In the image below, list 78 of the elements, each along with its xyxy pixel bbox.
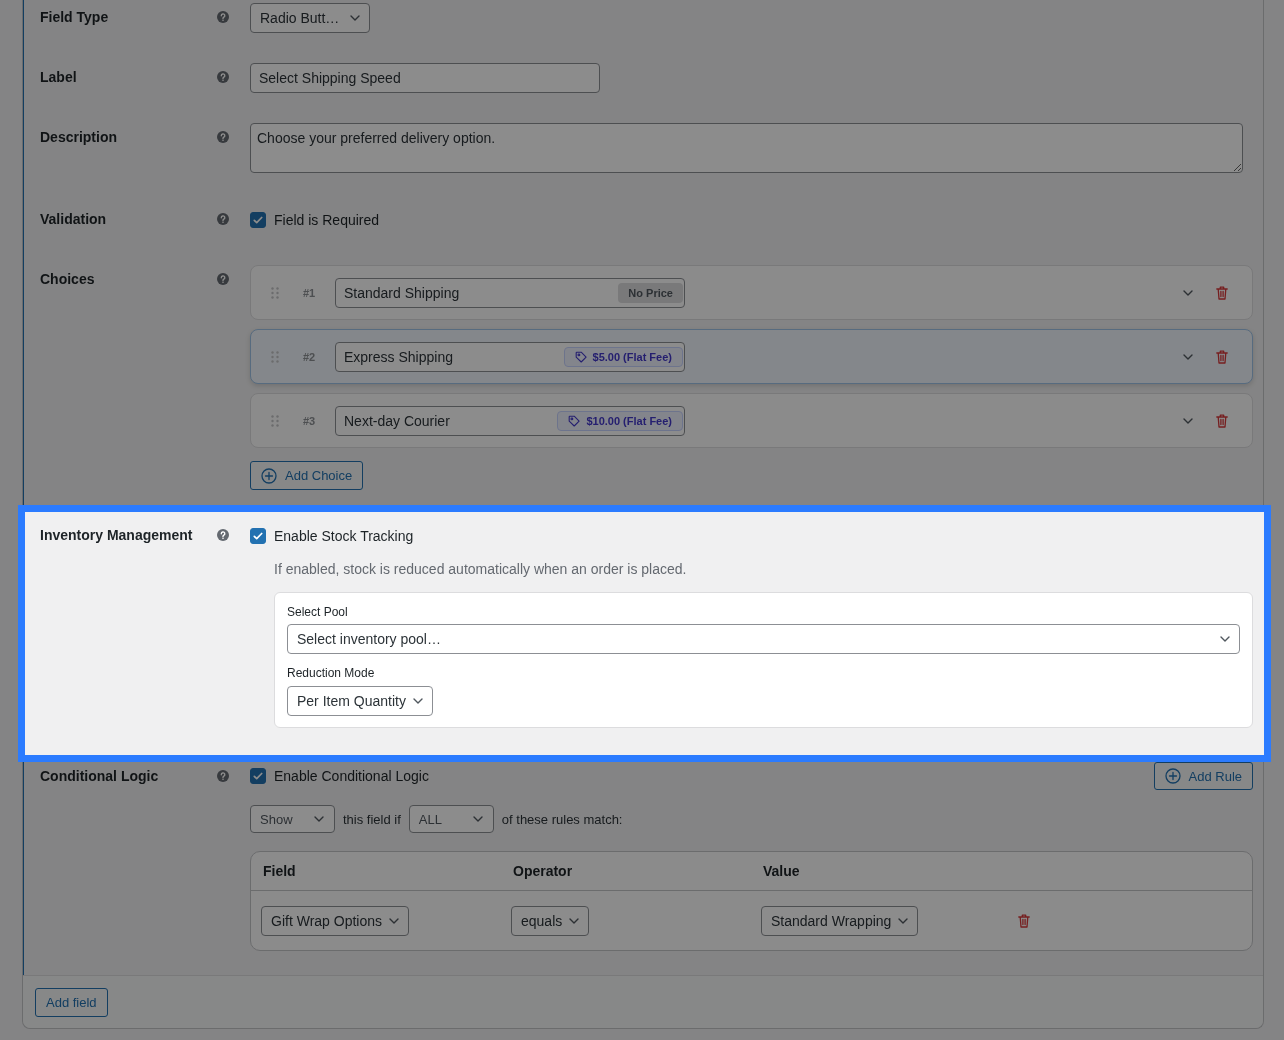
checkmark-icon (252, 214, 264, 226)
choice-name-input[interactable]: Next-day Courier $10.00 (Flat Fee) (335, 405, 685, 436)
chevron-down-icon (898, 918, 909, 924)
chevron-down-icon (472, 816, 483, 822)
help-icon[interactable] (217, 71, 229, 83)
field-label: Validation (40, 211, 107, 227)
column-header: Operator (513, 863, 573, 879)
trash-icon[interactable] (1216, 413, 1228, 428)
plus-circle-icon (1164, 768, 1181, 784)
chevron-down-icon (1220, 636, 1230, 642)
checkbox[interactable] (250, 212, 266, 228)
chevron-down-icon (389, 918, 399, 924)
tag-icon (568, 414, 581, 427)
add-choice-button[interactable]: Add Choice (250, 461, 364, 490)
hint-text: If enabled, stock is reduced automatically when an order is placed. (274, 560, 687, 579)
choice-number: #1 (303, 286, 317, 299)
choice-name-input[interactable]: Express Shipping $5.00 (Flat Fee) (335, 341, 685, 372)
checkmark-icon (252, 530, 264, 542)
rule-field-select[interactable]: Gift Wrap Options (261, 906, 409, 936)
checkmark-icon (252, 770, 264, 782)
chevron-down-icon (412, 698, 423, 704)
drag-handle-icon[interactable] (271, 414, 279, 427)
checkbox[interactable] (250, 768, 266, 784)
match-select[interactable]: ALL (408, 805, 494, 833)
drag-handle-icon[interactable] (271, 350, 279, 363)
choice-number: #2 (303, 350, 317, 363)
checkbox-label[interactable]: Enable Conditional Logic (274, 768, 429, 784)
chevron-down-icon (314, 816, 324, 822)
pool-select[interactable]: Select inventory pool… (287, 624, 1240, 654)
checkbox[interactable] (250, 528, 266, 544)
price-text: $10.00 (Flat Fee) (586, 414, 672, 427)
field-label: Choices (40, 271, 95, 287)
choice-number: #3 (303, 414, 317, 427)
add-rule-button[interactable]: Add Rule (1153, 762, 1253, 790)
description-textarea[interactable]: Choose your preferred delivery option. (250, 123, 1243, 173)
help-icon[interactable] (217, 770, 229, 782)
chevron-down-icon[interactable] (1183, 353, 1193, 360)
chevron-down-icon (350, 15, 360, 21)
label-input[interactable]: Select Shipping Speed (250, 63, 600, 93)
add-field-button[interactable]: Add field (35, 988, 108, 1017)
field-type-select[interactable]: Radio Butt… (250, 3, 370, 33)
trash-icon[interactable] (1216, 285, 1228, 300)
chevron-down-icon (569, 918, 580, 924)
select-label: Reduction Mode (287, 665, 375, 681)
chevron-down-icon[interactable] (1183, 289, 1193, 296)
choice-card[interactable]: #3 Next-day Courier $10.00 (Flat Fee) (250, 393, 1253, 448)
condition-text: of these rules match: (501, 811, 623, 827)
help-icon[interactable] (217, 273, 229, 285)
select-label: Select Pool (287, 604, 348, 620)
rule-operator-select[interactable]: equals (511, 906, 590, 936)
field-label: Description (40, 129, 117, 145)
checkbox-label[interactable]: Enable Stock Tracking (274, 528, 414, 544)
checkbox-label[interactable]: Field is Required (274, 212, 380, 228)
plus-circle-icon (261, 467, 277, 484)
help-icon[interactable] (217, 213, 229, 225)
trash-icon[interactable] (1216, 349, 1228, 364)
tag-icon (574, 350, 587, 363)
help-icon[interactable] (217, 11, 229, 23)
choice-card[interactable]: #1 Standard Shipping No Price (250, 265, 1253, 320)
condition-text: this field if (343, 811, 401, 827)
column-header: Value (763, 863, 800, 879)
help-icon[interactable] (217, 131, 229, 143)
action-select[interactable]: Show (250, 805, 335, 833)
trash-icon[interactable] (1018, 914, 1030, 928)
field-label: Inventory Management (40, 527, 193, 543)
field-label: Conditional Logic (40, 768, 159, 784)
rule-value-select[interactable]: Standard Wrapping (761, 906, 919, 936)
chevron-down-icon[interactable] (1183, 417, 1193, 424)
reduction-mode-select[interactable]: Per Item Quantity (287, 686, 433, 716)
field-label: Field Type (40, 9, 109, 25)
choice-name-input[interactable]: Standard Shipping No Price (335, 277, 685, 308)
help-icon[interactable] (217, 529, 229, 541)
choice-card[interactable]: #2 Express Shipping $5.00 (Flat Fee) (250, 329, 1253, 384)
field-label: Label (40, 69, 77, 85)
drag-handle-icon[interactable] (271, 286, 279, 299)
column-header: Field (263, 863, 296, 879)
price-badge: No Price (618, 282, 683, 303)
price-text: $5.00 (Flat Fee) (592, 350, 672, 363)
